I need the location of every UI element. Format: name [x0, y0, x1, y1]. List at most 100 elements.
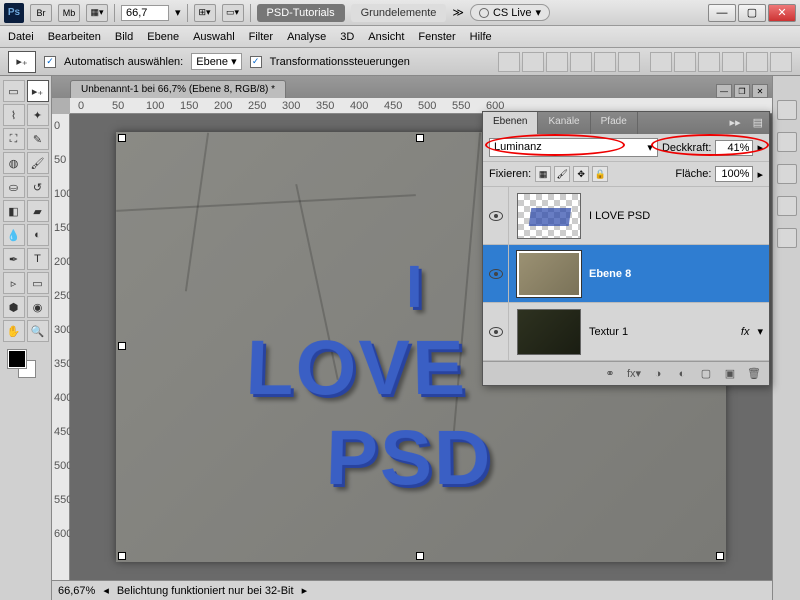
pen-tool[interactable]: ✒: [3, 248, 25, 270]
menu-datei[interactable]: Datei: [8, 31, 34, 43]
history-brush-tool[interactable]: ↺: [27, 176, 49, 198]
transform-handle[interactable]: [118, 552, 126, 560]
3d-tool[interactable]: ⬢: [3, 296, 25, 318]
fill-field[interactable]: 100%: [715, 166, 753, 182]
delete-layer-icon[interactable]: 🗑: [745, 366, 763, 382]
window-maximize-button[interactable]: ▢: [738, 4, 766, 22]
panel-collapse-icon[interactable]: ▸▸: [724, 112, 747, 134]
shape-tool[interactable]: ▭: [27, 272, 49, 294]
zoom-percent-dropdown[interactable]: ▾: [175, 6, 181, 19]
workspace-tab-psd-tutorials[interactable]: PSD-Tutorials: [257, 4, 345, 22]
layer-row[interactable]: Textur 1 fx ▾: [483, 303, 769, 361]
spot-heal-tool[interactable]: ◍: [3, 152, 25, 174]
blend-mode-dropdown[interactable]: Luminanz ▾: [489, 138, 658, 157]
opacity-field[interactable]: 41%: [715, 140, 753, 156]
minibridge-button[interactable]: Mb: [58, 4, 80, 22]
layer-row[interactable]: I LOVE PSD: [483, 187, 769, 245]
path-select-tool[interactable]: ▹: [3, 272, 25, 294]
blur-tool[interactable]: 💧: [3, 224, 25, 246]
eraser-tool[interactable]: ◧: [3, 200, 25, 222]
layer-mask-icon[interactable]: ◑: [649, 366, 667, 382]
gradient-tool[interactable]: ▰: [27, 200, 49, 222]
doc-restore-icon[interactable]: ❐: [734, 84, 750, 98]
menu-ansicht[interactable]: Ansicht: [368, 31, 404, 43]
menu-bearbeiten[interactable]: Bearbeiten: [48, 31, 101, 43]
layer-name[interactable]: Ebene 8: [589, 268, 769, 280]
group-layers-icon[interactable]: ▢: [697, 366, 715, 382]
doc-close-icon[interactable]: ✕: [752, 84, 768, 98]
document-tab[interactable]: Unbenannt-1 bei 66,7% (Ebene 8, RGB/8) *: [70, 80, 286, 98]
layer-thumbnail[interactable]: [517, 251, 581, 297]
transform-handle[interactable]: [416, 552, 424, 560]
distribute-left-icon[interactable]: [722, 52, 744, 72]
move-tool[interactable]: ▸₊: [27, 80, 49, 102]
3d-camera-tool[interactable]: ◉: [27, 296, 49, 318]
current-tool-icon[interactable]: ▸₊: [8, 51, 36, 73]
chevron-down-icon[interactable]: ▾: [757, 325, 763, 338]
vertical-ruler[interactable]: 0 50 100 150 200 250 300 350 400 450 500…: [52, 114, 70, 580]
menu-analyse[interactable]: Analyse: [287, 31, 326, 43]
dodge-tool[interactable]: ◐: [27, 224, 49, 246]
screen-mode-button[interactable]: ▦▾: [86, 4, 108, 22]
lock-all-icon[interactable]: 🔒: [592, 166, 608, 182]
layer-name[interactable]: I LOVE PSD: [589, 210, 769, 222]
workspace-tab-grundelemente[interactable]: Grundelemente: [351, 4, 447, 22]
transform-handle[interactable]: [416, 134, 424, 142]
dock-history-icon[interactable]: [777, 196, 797, 216]
status-zoom[interactable]: 66,67%: [58, 585, 95, 597]
align-left-icon[interactable]: [570, 52, 592, 72]
align-top-icon[interactable]: [498, 52, 520, 72]
cs-live-button[interactable]: CS Live▾: [470, 4, 550, 21]
marquee-tool[interactable]: ▭: [3, 80, 25, 102]
menu-ebene[interactable]: Ebene: [147, 31, 179, 43]
view-extras-button[interactable]: ⊞▾: [194, 4, 216, 22]
distribute-top-icon[interactable]: [650, 52, 672, 72]
menu-hilfe[interactable]: Hilfe: [470, 31, 492, 43]
dock-paths-icon[interactable]: [777, 164, 797, 184]
menu-3d[interactable]: 3D: [340, 31, 354, 43]
menu-fenster[interactable]: Fenster: [418, 31, 455, 43]
lock-transparency-icon[interactable]: ▦: [535, 166, 551, 182]
transform-controls-checkbox[interactable]: ✓: [250, 56, 262, 68]
fill-scrub-icon[interactable]: ▸: [757, 168, 763, 181]
hand-tool[interactable]: ✋: [3, 320, 25, 342]
adjustment-layer-icon[interactable]: ◐: [673, 366, 691, 382]
layer-fx-badge[interactable]: fx: [741, 326, 750, 338]
new-layer-icon[interactable]: ▣: [721, 366, 739, 382]
distribute-vcenter-icon[interactable]: [674, 52, 696, 72]
visibility-eye-icon[interactable]: [489, 269, 503, 279]
type-tool[interactable]: T: [27, 248, 49, 270]
window-close-button[interactable]: ✕: [768, 4, 796, 22]
layer-thumbnail[interactable]: [517, 309, 581, 355]
auto-select-checkbox[interactable]: ✓: [44, 56, 56, 68]
menu-bild[interactable]: Bild: [115, 31, 133, 43]
tab-ebenen[interactable]: Ebenen: [483, 112, 538, 134]
visibility-eye-icon[interactable]: [489, 327, 503, 337]
dock-layers-icon[interactable]: [777, 100, 797, 120]
eyedropper-tool[interactable]: ✎: [27, 128, 49, 150]
link-layers-icon[interactable]: ⚭: [601, 366, 619, 382]
dock-actions-icon[interactable]: [777, 228, 797, 248]
layer-fx-icon[interactable]: fx▾: [625, 366, 643, 382]
transform-handle[interactable]: [118, 342, 126, 350]
zoom-field[interactable]: 66,7: [121, 5, 169, 21]
brush-tool[interactable]: 🖌: [27, 152, 49, 174]
doc-minimize-icon[interactable]: —: [716, 84, 732, 98]
tab-kanaele[interactable]: Kanäle: [538, 112, 590, 134]
zoom-tool[interactable]: 🔍: [27, 320, 49, 342]
menu-filter[interactable]: Filter: [249, 31, 273, 43]
panel-menu-icon[interactable]: ▤: [747, 112, 769, 134]
distribute-right-icon[interactable]: [770, 52, 792, 72]
distribute-bottom-icon[interactable]: [698, 52, 720, 72]
distribute-hcenter-icon[interactable]: [746, 52, 768, 72]
transform-handle[interactable]: [118, 134, 126, 142]
align-right-icon[interactable]: [618, 52, 640, 72]
dock-channels-icon[interactable]: [777, 132, 797, 152]
status-nav-left-icon[interactable]: ◂: [103, 584, 109, 597]
foreground-color-swatch[interactable]: [8, 350, 26, 368]
magic-wand-tool[interactable]: ✦: [27, 104, 49, 126]
align-hcenter-icon[interactable]: [594, 52, 616, 72]
visibility-eye-icon[interactable]: [489, 211, 503, 221]
layer-row-selected[interactable]: Ebene 8: [483, 245, 769, 303]
lock-pixels-icon[interactable]: 🖌: [554, 166, 570, 182]
